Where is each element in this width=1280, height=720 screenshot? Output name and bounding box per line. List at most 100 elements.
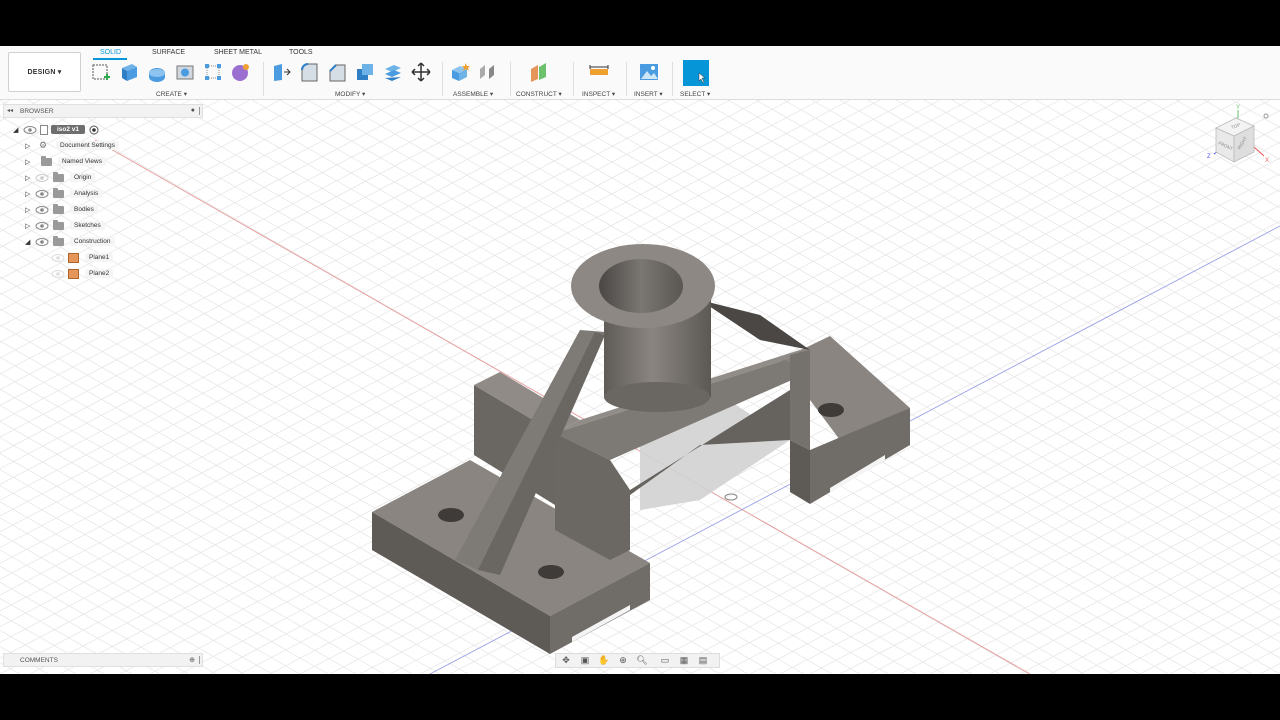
new-component-icon[interactable]: [449, 61, 471, 83]
axis-x-label: X: [1265, 158, 1269, 164]
zoom-window-icon[interactable]: 🔍︎: [635, 655, 649, 666]
expand-triangle-icon[interactable]: ▷: [25, 190, 35, 198]
browser-root-label: iso2 v1: [51, 125, 86, 134]
joint-icon[interactable]: [477, 61, 499, 83]
create-group: CREATE ▾: [90, 61, 260, 99]
expand-triangle-icon[interactable]: ▷: [25, 158, 35, 166]
create-form-icon[interactable]: [230, 61, 252, 83]
press-pull-icon[interactable]: [270, 61, 292, 83]
grid-snap-icon[interactable]: ▦: [677, 655, 691, 666]
select-cursor-icon[interactable]: [683, 60, 709, 86]
create-group-label[interactable]: CREATE ▾: [156, 90, 187, 98]
expand-triangle-icon[interactable]: ◢: [13, 126, 23, 134]
orbit-icon[interactable]: ✥: [559, 655, 573, 666]
collapse-triangle-icon[interactable]: ◢: [25, 238, 35, 246]
browser-item-bodies[interactable]: ▷ Bodies: [25, 203, 98, 216]
inspect-group-label[interactable]: INSPECT ▾: [582, 90, 615, 98]
3d-viewport[interactable]: [0, 99, 1280, 674]
eye-icon[interactable]: [35, 237, 49, 247]
browser-item-plane2[interactable]: Plane2: [51, 267, 114, 280]
panel-resize-handle[interactable]: [199, 656, 200, 664]
display-settings-icon[interactable]: ▭: [658, 655, 672, 666]
eye-icon[interactable]: [23, 125, 37, 135]
modify-group-label[interactable]: MODIFY ▾: [335, 90, 365, 98]
extrude-icon[interactable]: [118, 61, 140, 83]
browser-item-origin[interactable]: ▷ Origin: [25, 171, 96, 184]
browser-panel-header[interactable]: ◂◂ BROWSER ●: [3, 104, 203, 118]
select-group: SELECT ▾: [678, 60, 718, 99]
tab-sheet-metal[interactable]: SHEET METAL: [214, 49, 262, 56]
comments-panel[interactable]: COMMENTS ⊕: [3, 653, 203, 667]
browser-item-named-views[interactable]: ▷ Named Views: [25, 155, 106, 168]
document-icon: [40, 124, 48, 135]
tab-solid[interactable]: SOLID: [100, 49, 121, 56]
browser-item-analysis[interactable]: ▷ Analysis: [25, 187, 103, 200]
insert-group-label[interactable]: INSERT ▾: [634, 90, 663, 98]
zoom-icon[interactable]: ⊕: [616, 655, 630, 666]
activate-radio-icon[interactable]: [89, 125, 99, 135]
tab-surface[interactable]: SURFACE: [152, 49, 185, 56]
axis-z-label: Z: [1207, 154, 1211, 160]
folder-icon: [53, 171, 64, 182]
pattern-icon[interactable]: [202, 61, 224, 83]
browser-item-document-settings[interactable]: ▷ ⚙ Document Settings: [25, 139, 119, 152]
assemble-group: ASSEMBLE ▾: [449, 61, 509, 99]
expand-triangle-icon[interactable]: ▷: [25, 222, 35, 230]
browser-item-label: Construction: [70, 237, 115, 246]
viewport-canvas[interactable]: [0, 99, 1280, 674]
toolbar-separator: [672, 62, 673, 96]
select-group-label[interactable]: SELECT ▾: [680, 90, 710, 98]
eye-icon[interactable]: [35, 205, 49, 215]
insert-canvas-icon[interactable]: [638, 61, 660, 83]
eye-icon[interactable]: [35, 189, 49, 199]
home-view-icon[interactable]: [1263, 113, 1269, 119]
gear-icon: ⚙: [39, 140, 48, 150]
fillet-icon[interactable]: [298, 61, 320, 83]
construction-plane-icon: [68, 252, 79, 263]
combine-icon[interactable]: [354, 61, 376, 83]
eye-hidden-icon[interactable]: [35, 173, 49, 183]
expand-triangle-icon[interactable]: ▷: [25, 142, 35, 150]
browser-item-label: Named Views: [58, 157, 106, 166]
folder-icon: [41, 155, 52, 166]
browser-item-plane1[interactable]: Plane1: [51, 251, 114, 264]
toolbar-separator: [573, 62, 574, 96]
construct-group: CONSTRUCT ▾: [516, 61, 576, 99]
view-cube[interactable]: TOP FRONT RIGHT Y X Z: [1204, 100, 1274, 180]
move-copy-icon[interactable]: [410, 61, 432, 83]
hole-icon[interactable]: [174, 61, 196, 83]
create-sketch-icon[interactable]: [90, 61, 112, 83]
panel-resize-handle[interactable]: [199, 107, 200, 115]
browser-item-label: Plane1: [85, 253, 114, 262]
browser-root-item[interactable]: ◢ iso2 v1: [13, 123, 99, 136]
split-body-icon[interactable]: [382, 61, 404, 83]
tab-tools[interactable]: TOOLS: [289, 49, 313, 56]
panel-options-icon[interactable]: ●: [191, 107, 195, 114]
workspace-switcher-button[interactable]: DESIGN ▾: [8, 52, 81, 92]
browser-item-label: Sketches: [70, 221, 105, 230]
add-comment-icon[interactable]: ⊕: [189, 656, 195, 664]
toolbar: DESIGN ▾ SOLID SURFACE SHEET METAL TOOLS…: [0, 46, 1280, 100]
assemble-group-label[interactable]: ASSEMBLE ▾: [453, 90, 493, 98]
offset-plane-icon[interactable]: [528, 61, 550, 83]
browser-item-sketches[interactable]: ▷ Sketches: [25, 219, 105, 232]
folder-icon: [53, 187, 64, 198]
letterbox-top: [0, 0, 1280, 46]
revolve-icon[interactable]: [146, 61, 168, 83]
chamfer-icon[interactable]: [326, 61, 348, 83]
look-at-icon[interactable]: ▣: [578, 655, 592, 666]
browser-item-construction[interactable]: ◢ Construction: [25, 235, 115, 248]
pan-hand-icon[interactable]: ✋: [597, 655, 611, 666]
axis-y-label: Y: [1236, 105, 1240, 111]
toolbar-separator: [263, 62, 264, 96]
expand-triangle-icon[interactable]: ▷: [25, 174, 35, 182]
construct-group-label[interactable]: CONSTRUCT ▾: [516, 90, 562, 98]
insert-group: INSERT ▾: [632, 61, 672, 99]
measure-icon[interactable]: [588, 61, 610, 83]
eye-icon[interactable]: [35, 221, 49, 231]
collapse-panel-icon[interactable]: ◂◂: [7, 107, 13, 114]
expand-triangle-icon[interactable]: ▷: [25, 206, 35, 214]
viewports-icon[interactable]: ▤: [696, 655, 710, 666]
eye-hidden-icon[interactable]: [51, 269, 65, 279]
eye-hidden-icon[interactable]: [51, 253, 65, 263]
